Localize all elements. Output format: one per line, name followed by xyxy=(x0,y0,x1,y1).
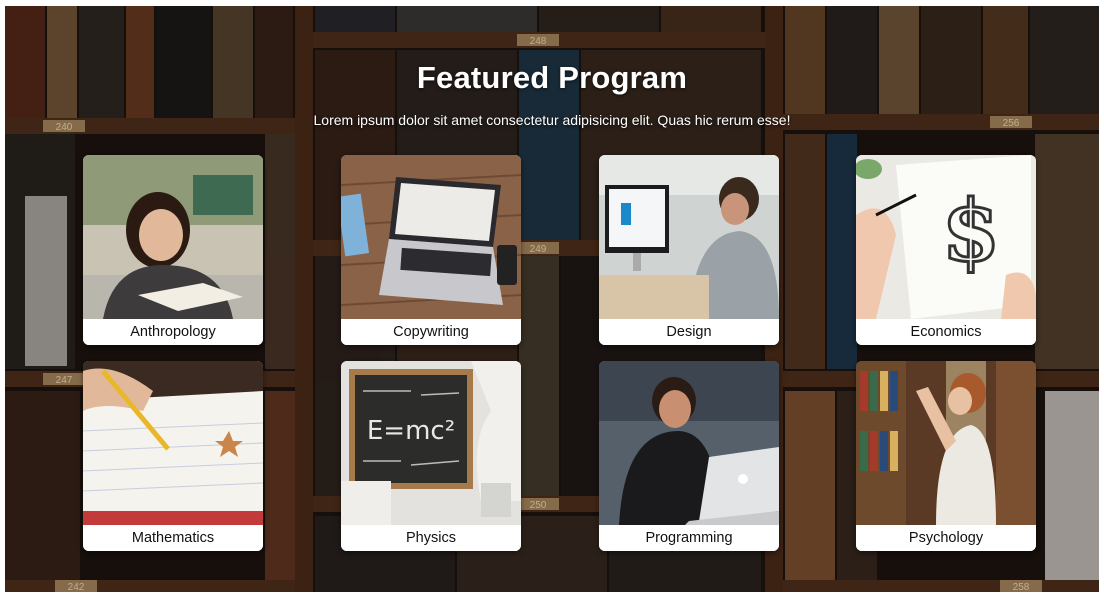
laptop-on-wooden-desk-photo xyxy=(341,155,521,319)
woman-in-library-photo xyxy=(856,361,1036,525)
program-label: Economics xyxy=(856,319,1036,345)
program-card-copywriting[interactable]: Copywriting xyxy=(341,155,521,345)
pencil-on-notebook-photo xyxy=(83,361,263,525)
man-with-laptop-photo xyxy=(599,361,779,525)
program-card-psychology[interactable]: Psychology xyxy=(856,361,1036,551)
program-label: Programming xyxy=(599,525,779,551)
page-title: Featured Program xyxy=(416,60,688,95)
program-label: Anthropology xyxy=(83,319,263,345)
svg-text:E=mc²: E=mc² xyxy=(367,416,455,446)
page-subtitle: Lorem ipsum dolor sit amet consectetur a… xyxy=(313,112,791,128)
featured-program-section: 240 248 256 249 247 250 242 258 Featured… xyxy=(5,6,1099,592)
dollar-sign-drawing-photo: $ xyxy=(856,155,1036,319)
program-card-design[interactable]: Design xyxy=(599,155,779,345)
chalkboard-emc2-photo: E=mc² xyxy=(341,361,521,525)
program-card-anthropology[interactable]: Anthropology xyxy=(83,155,263,345)
program-card-programming[interactable]: Programming xyxy=(599,361,779,551)
designer-at-desktop-photo xyxy=(599,155,779,319)
program-label: Design xyxy=(599,319,779,345)
svg-text:$: $ xyxy=(942,181,1000,280)
program-label: Mathematics xyxy=(83,525,263,551)
student-reading-book-photo xyxy=(83,155,263,319)
program-label: Copywriting xyxy=(341,319,521,345)
program-card-economics[interactable]: $ Economics xyxy=(856,155,1036,345)
program-label: Psychology xyxy=(856,525,1036,551)
program-label: Physics xyxy=(341,525,521,551)
program-card-physics[interactable]: E=mc² Physics xyxy=(341,361,521,551)
program-card-mathematics[interactable]: Mathematics xyxy=(83,361,263,551)
